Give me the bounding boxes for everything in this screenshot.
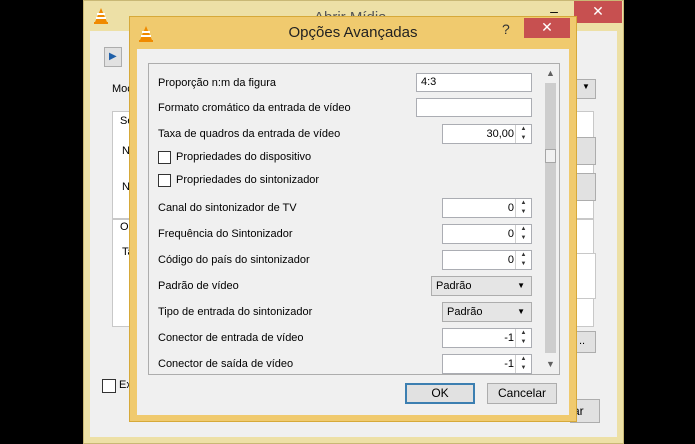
dialog-close-button[interactable]: ✕ [524, 18, 570, 38]
frame-rate-spinbox[interactable]: 30,00 ▲ ▼ [442, 124, 532, 144]
scrollbar-track[interactable] [545, 83, 556, 353]
video-input-connector-spinbox[interactable]: -1 ▲ ▼ [442, 328, 532, 348]
options-scroll-pane[interactable]: Proporção n:m da figura 4:3 Formato crom… [148, 63, 560, 375]
setting-label: Conector de saída de vídeo [158, 358, 294, 370]
spin-up-icon[interactable]: ▲ [516, 355, 531, 364]
spinbox-arrows: ▲ ▼ [515, 225, 531, 243]
checkbox-label: Propriedades do sintonizador [176, 174, 320, 186]
aspect-ratio-input[interactable]: 4:3 [416, 73, 532, 92]
vlc-cone-icon [92, 7, 110, 28]
spin-up-icon[interactable]: ▲ [516, 251, 531, 260]
help-button[interactable]: ? [502, 21, 510, 37]
setting-label: Formato cromático da entrada de vídeo [158, 102, 351, 114]
combo-value: Padrão [436, 280, 472, 292]
scroll-up-icon[interactable]: ▲ [542, 65, 559, 81]
checkbox-label: Propriedades do dispositivo [176, 151, 312, 163]
tab-file[interactable]: ▶ [104, 47, 122, 67]
dropdown-arrow-icon: ▼ [517, 307, 525, 316]
video-output-connector-spinbox[interactable]: -1 ▲ ▼ [442, 354, 532, 374]
play-icon: ▶ [109, 51, 117, 62]
setting-label: Proporção n:m da figura [158, 77, 277, 89]
spinbox-value: -1 [504, 358, 514, 370]
spinbox-arrows: ▲ ▼ [515, 329, 531, 347]
setting-label: Padrão de vídeo [158, 280, 239, 292]
parent-close-button[interactable]: ✕ [574, 1, 622, 23]
spinbox-value: -1 [504, 332, 514, 344]
setting-label: Conector de entrada de vídeo [158, 332, 304, 344]
setting-label: Tipo de entrada do sintonizador [158, 306, 313, 318]
tv-channel-spinbox[interactable]: 0 ▲ ▼ [442, 198, 532, 218]
spinbox-value: 30,00 [486, 128, 514, 140]
tuner-frequency-spinbox[interactable]: 0 ▲ ▼ [442, 224, 532, 244]
spinbox-arrows: ▲ ▼ [515, 125, 531, 143]
spinbox-value: 0 [507, 254, 514, 266]
spin-up-icon[interactable]: ▲ [516, 225, 531, 234]
tuner-country-spinbox[interactable]: 0 ▲ ▼ [442, 250, 532, 270]
ellipsis-label: .. [579, 335, 586, 347]
ok-button[interactable]: OK [405, 383, 475, 404]
cancel-button[interactable]: Cancelar [487, 383, 557, 404]
spin-up-icon[interactable]: ▲ [516, 329, 531, 338]
chroma-format-input[interactable] [416, 98, 532, 117]
setting-label: Frequência do Sintonizador [158, 228, 293, 240]
dropdown-arrow-icon: ▼ [517, 281, 525, 290]
spin-up-icon[interactable]: ▲ [516, 125, 531, 134]
scroll-down-icon[interactable]: ▼ [542, 356, 559, 372]
combo-value: Padrão [447, 306, 483, 318]
scrollbar-thumb[interactable] [545, 149, 556, 163]
spin-down-icon[interactable]: ▼ [516, 208, 531, 217]
spin-down-icon[interactable]: ▼ [516, 260, 531, 269]
vertical-scrollbar[interactable]: ▲ ▼ [542, 64, 559, 374]
spinbox-value: 0 [507, 202, 514, 214]
spin-down-icon[interactable]: ▼ [516, 234, 531, 243]
section-label: O [120, 221, 129, 233]
setting-label: Canal do sintonizador de TV [158, 202, 297, 214]
spin-down-icon[interactable]: ▼ [516, 134, 531, 143]
mode-dropdown[interactable]: ▼ [576, 79, 596, 99]
tuner-properties-checkbox[interactable] [158, 174, 171, 187]
video-standard-combo[interactable]: Padrão ▼ [431, 276, 532, 296]
spin-up-icon[interactable]: ▲ [516, 199, 531, 208]
spinbox-arrows: ▲ ▼ [515, 355, 531, 373]
dropdown-arrow-icon: ▼ [582, 82, 590, 91]
advanced-options-dialog: Opções Avançadas ? ✕ Proporção n:m da fi… [129, 16, 577, 422]
spinbox-arrows: ▲ ▼ [515, 199, 531, 217]
setting-label: Código do país do sintonizador [158, 254, 310, 266]
show-more-checkbox[interactable] [102, 379, 116, 393]
device-properties-checkbox[interactable] [158, 151, 171, 164]
spinbox-arrows: ▲ ▼ [515, 251, 531, 269]
tuner-input-type-combo[interactable]: Padrão ▼ [442, 302, 532, 322]
setting-label: Taxa de quadros da entrada de vídeo [158, 128, 341, 140]
spinbox-value: 0 [507, 228, 514, 240]
dialog-client-area: Proporção n:m da figura 4:3 Formato crom… [137, 49, 569, 415]
spin-down-icon[interactable]: ▼ [516, 364, 531, 373]
spin-down-icon[interactable]: ▼ [516, 338, 531, 347]
